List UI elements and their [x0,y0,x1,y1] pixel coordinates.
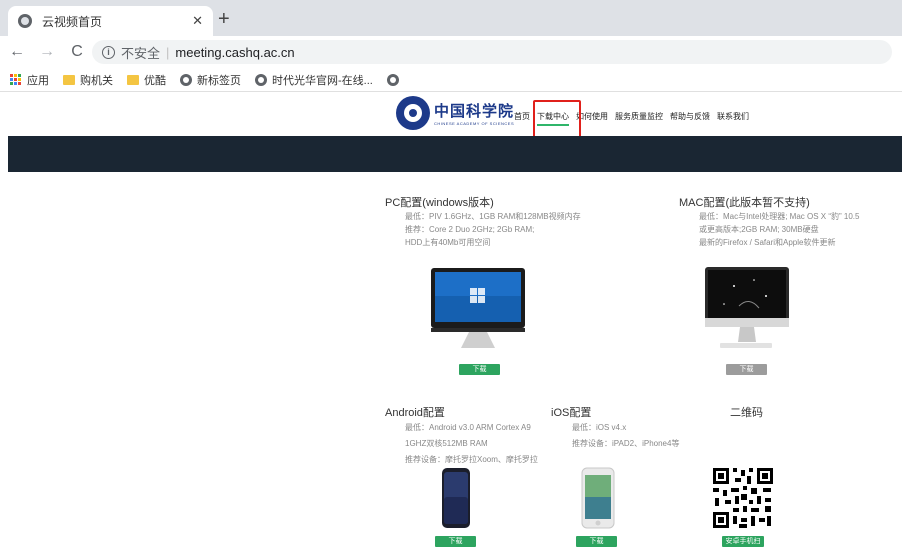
ios-download-button[interactable]: 下载 [576,536,617,547]
android-download-button[interactable]: 下载 [435,536,476,547]
bookmark-folder-1[interactable]: 购机关 [63,72,113,88]
globe-icon [255,73,267,86]
mac-computer-image [705,267,789,348]
logo-subtitle: CHINESE ACADEMY OF SCIENCES [434,121,515,126]
browser-tab-strip: 云视频首页 ✕ + [0,0,902,36]
bookmark-folder-2[interactable]: 优酷 [127,72,166,88]
spec-line: 最低：PIV 1.6GHz、1GB RAM和128MB视频内存 [405,212,581,221]
windows-pc-image [431,268,525,348]
address-bar[interactable]: i 不安全 | meeting.cashq.ac.cn [92,40,892,64]
logo-title: 中国科学院 [434,102,515,120]
nav-service-monitor[interactable]: 服务质量监控 [615,111,663,122]
globe-icon [180,73,192,86]
mac-config-title: MAC配置(此版本暂不支持) [679,197,810,209]
site-header: 中国科学院 CHINESE ACADEMY OF SCIENCES 首页 下载中… [8,92,902,136]
spec-line: 最新的Firefox / Safari和Apple软件更新 [699,238,836,247]
address-separator: | [166,44,170,60]
spec-line: HDD上有40Mb可用空间 [405,238,491,247]
bookmarks-bar: 应用 购机关 优酷 新标签页 时代光华官网-在线... [0,68,902,92]
bookmark-label: 购机关 [80,74,113,87]
bookmark-new-tab[interactable]: 新标签页 [180,72,241,88]
bookmark-label: 优酷 [144,74,166,87]
spec-line: 最低：Android v3.0 ARM Cortex A9 [405,423,531,432]
android-config-specs: 最低：Android v3.0 ARM Cortex A9 1GHZ双核512M… [405,420,538,468]
pc-download-button[interactable]: 下载 [459,364,500,375]
globe-icon [386,73,399,86]
bookmark-shidai[interactable]: 时代光华官网-在线... [255,72,373,88]
nav-home[interactable]: 首页 [514,111,530,122]
spec-line: 推荐设备：摩托罗拉Xoom、摩托罗拉 [405,455,538,464]
bookmark-globe[interactable] [386,73,404,86]
pc-config-specs: 最低：PIV 1.6GHz、1GB RAM和128MB视频内存 推荐：Core … [405,210,581,249]
tab-close-icon[interactable]: ✕ [192,13,203,29]
iphone-image [581,467,615,529]
tab-title: 云视频首页 [42,14,103,29]
url-text[interactable]: meeting.cashq.ac.cn [175,45,294,60]
new-tab-button[interactable]: + [218,9,230,29]
bookmark-label: 时代光华官网-在线... [272,74,373,87]
browser-tab[interactable]: 云视频首页 ✕ [8,6,213,36]
spec-line: 或更高版本;2GB RAM; 30MB硬盘 [699,225,819,234]
folder-icon [127,74,139,85]
hero-banner [8,136,902,172]
qr-code-image[interactable] [711,466,775,530]
qr-scan-button[interactable]: 安卓手机扫 [722,536,764,547]
android-config-title: Android配置 [385,407,445,419]
site-logo[interactable]: 中国科学院 CHINESE ACADEMY OF SCIENCES [396,96,514,130]
mac-download-button[interactable]: 下载 [726,364,767,375]
bookmark-label: 应用 [27,74,49,87]
cas-seal-icon [396,96,430,130]
nav-contact[interactable]: 联系我们 [717,111,749,122]
apps-icon [10,73,22,86]
spec-line: 最低：iOS v4.x [572,423,627,432]
pc-config-title: PC配置(windows版本) [385,197,494,209]
forward-button[interactable]: → [34,43,60,61]
qr-title: 二维码 [730,407,763,419]
android-phone-image [442,468,470,528]
info-icon[interactable]: i [102,45,115,59]
globe-icon [18,14,32,28]
insecure-label: 不安全 [121,45,161,61]
spec-line: 推荐设备：iPAD2、iPhone4等 [572,439,680,448]
spec-line: 最低：Mac与Intel处理器; Mac OS X “豹” 10.5 [699,212,860,221]
browser-toolbar: ← → C i 不安全 | meeting.cashq.ac.cn [0,36,902,68]
bookmark-label: 新标签页 [197,74,241,87]
spec-line: 推荐：Core 2 Duo 2GHz; 2Gb RAM; [405,225,535,234]
reload-button[interactable]: C [64,43,90,61]
nav-help-feedback[interactable]: 帮助与反馈 [670,111,710,122]
back-button[interactable]: ← [4,43,30,61]
bookmark-apps[interactable]: 应用 [10,72,49,88]
spec-line: 1GHZ双核512MB RAM [405,439,488,448]
mac-config-specs: 最低：Mac与Intel处理器; Mac OS X “豹” 10.5 或更高版本… [699,210,859,249]
folder-icon [63,74,75,85]
ios-config-title: iOS配置 [551,407,592,419]
ios-config-specs: 最低：iOS v4.x 推荐设备：iPAD2、iPhone4等 [572,420,679,452]
highlight-annotation [533,100,581,138]
